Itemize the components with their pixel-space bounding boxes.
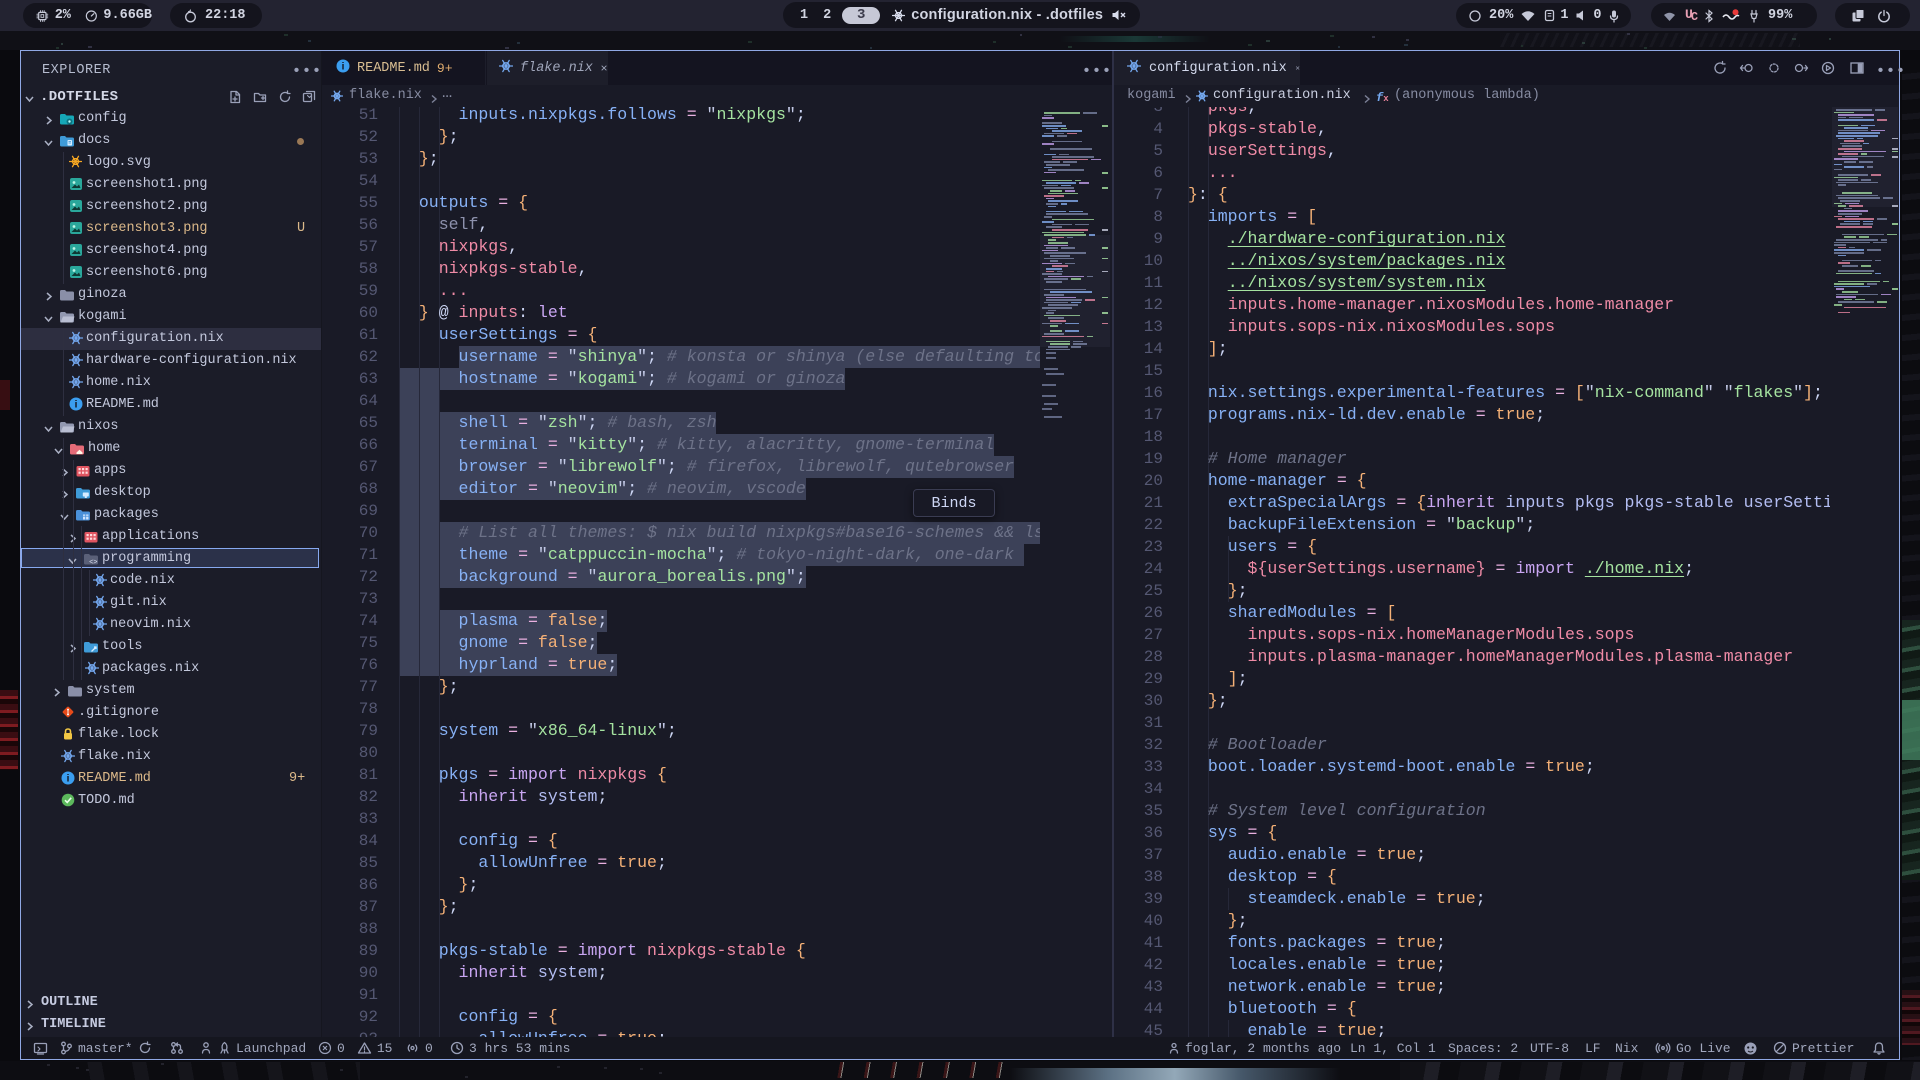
svg-text:i: i	[67, 774, 70, 785]
svg-text:i: i	[342, 62, 345, 73]
svg-text:<>: <>	[89, 559, 97, 567]
svg-text:i: i	[75, 400, 78, 411]
